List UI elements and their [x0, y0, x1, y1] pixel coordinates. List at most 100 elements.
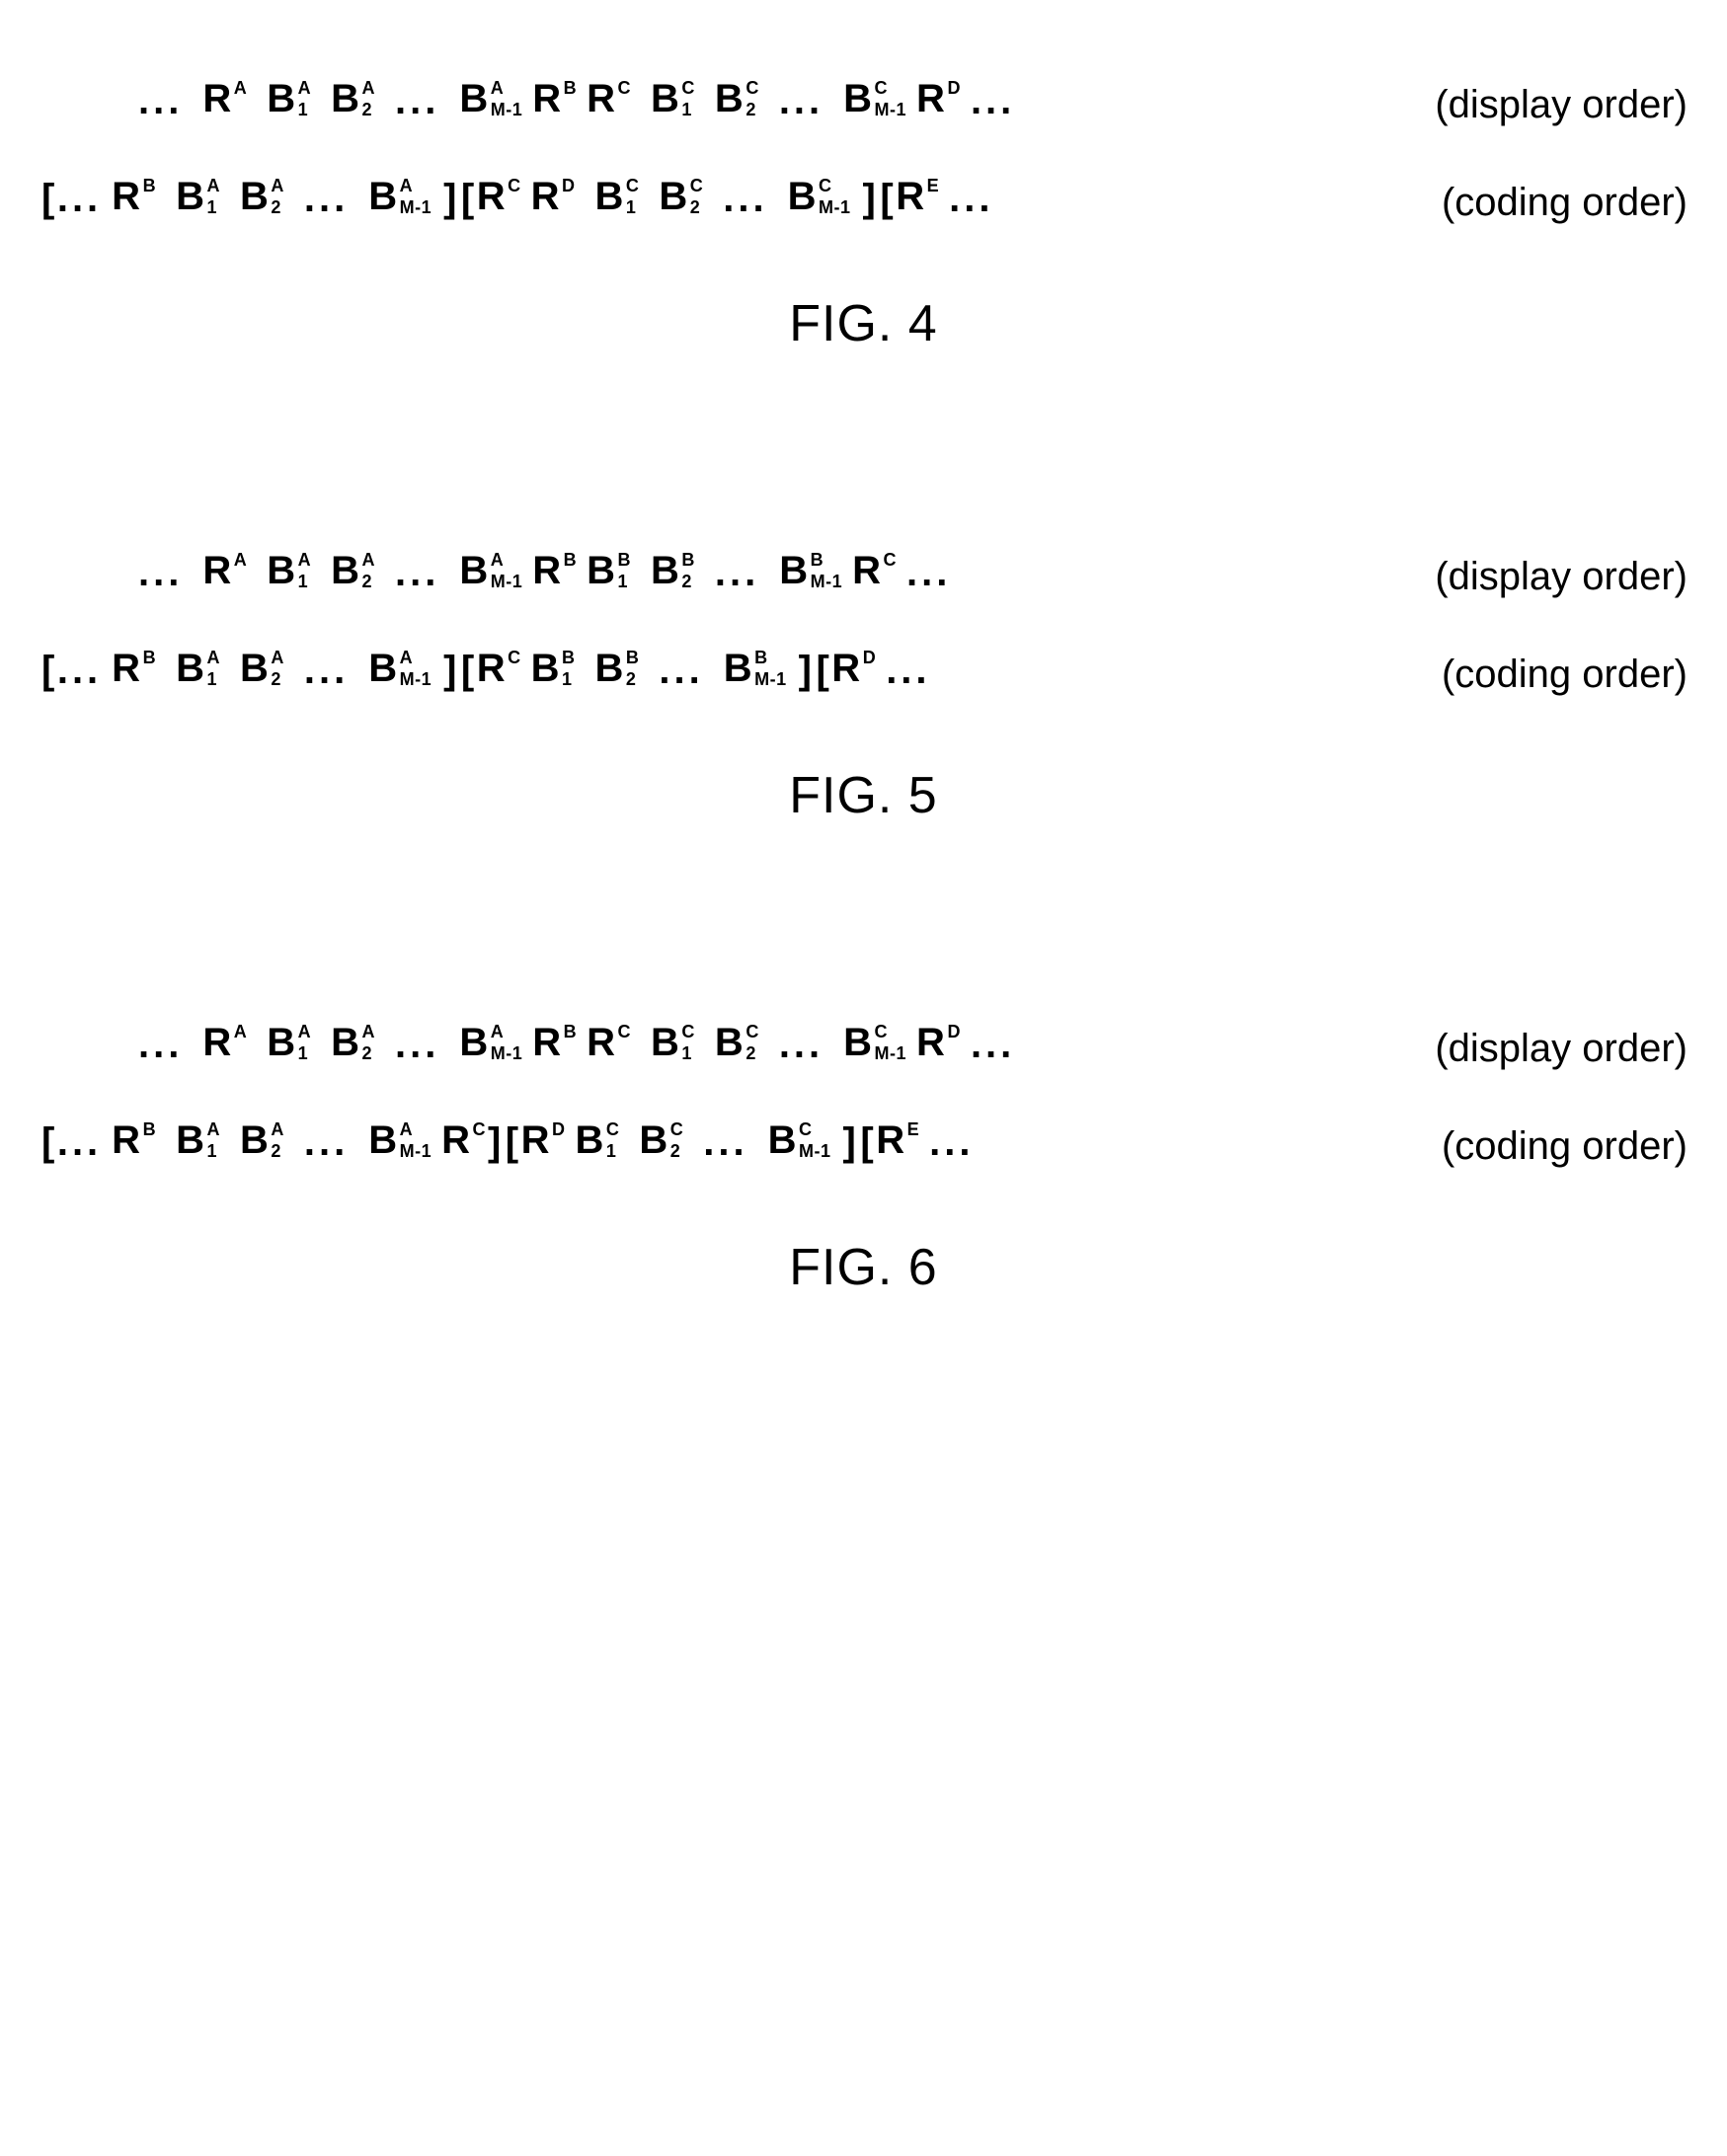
token-R-D: RD — [916, 79, 961, 118]
token-B-B-M1: BBM-1 — [724, 649, 787, 688]
ellipsis-icon: ... — [138, 79, 183, 123]
token-B-A-M1: BAM-1 — [459, 551, 522, 590]
token-B-B-2: BB2 — [595, 649, 640, 688]
ellipsis-icon: ... — [395, 551, 439, 595]
coding-order-label: (coding order) — [1412, 177, 1688, 225]
ellipsis-icon: ... — [57, 649, 102, 693]
token-B-C-M1: BCM-1 — [768, 1120, 831, 1160]
fig4-display-seq: ... RA BA1 BA2 ... BAM-1 RB RC BC1 BC2 .… — [39, 79, 1025, 123]
token-R-B: RB — [112, 649, 156, 688]
token-B-A-1: BA1 — [267, 79, 311, 118]
fig5-display-seq: ... RA BA1 BA2 ... BAM-1 RB BB1 BB2 ... … — [39, 551, 961, 595]
token-B-A-M1: BAM-1 — [368, 649, 432, 688]
token-R-D: RD — [916, 1023, 961, 1062]
ellipsis-icon: ... — [906, 551, 951, 595]
ellipsis-icon: ... — [886, 649, 930, 693]
token-B-A-2: BA2 — [240, 649, 284, 688]
coding-order-label: (coding order) — [1412, 1120, 1688, 1169]
token-B-A-1: BA1 — [176, 649, 220, 688]
bracket-open-icon: [ — [41, 1120, 55, 1165]
token-B-C-1: BC1 — [651, 1023, 695, 1062]
token-R-A: RA — [202, 551, 247, 590]
ellipsis-icon: ... — [304, 649, 349, 693]
display-order-label: (display order) — [1405, 79, 1688, 127]
ellipsis-icon: ... — [929, 1120, 974, 1165]
bracket-open-icon: [ — [880, 177, 894, 221]
token-R-B: RB — [532, 79, 577, 118]
figure-5-block: ... RA BA1 BA2 ... BAM-1 RB BB1 BB2 ... … — [39, 551, 1688, 825]
token-B-A-1: BA1 — [267, 551, 311, 590]
token-B-A-2: BA2 — [240, 177, 284, 216]
bracket-open-icon: [ — [506, 1120, 519, 1165]
ellipsis-icon: ... — [57, 1120, 102, 1165]
fig6-display-seq: ... RA BA1 BA2 ... BAM-1 RB RC BC1 BC2 .… — [39, 1023, 1025, 1067]
bracket-open-icon: [ — [41, 177, 55, 221]
fig6-coding-row: [ ... RB BA1 BA2 ... BAM-1 RC ] [ RD BC1… — [39, 1120, 1688, 1169]
token-R-C: RC — [441, 1120, 486, 1160]
token-R-B: RB — [112, 177, 156, 216]
token-R-C: RC — [587, 1023, 631, 1062]
token-B-B-1: BB1 — [531, 649, 576, 688]
figure-4-caption: FIG. 4 — [39, 294, 1688, 353]
ellipsis-icon: ... — [659, 649, 703, 693]
token-B-A-2: BA2 — [331, 79, 375, 118]
token-B-A-2: BA2 — [240, 1120, 284, 1160]
token-B-B-M1: BBM-1 — [779, 551, 842, 590]
token-R-A: RA — [202, 1023, 247, 1062]
ellipsis-icon: ... — [304, 1120, 349, 1165]
figure-6-block: ... RA BA1 BA2 ... BAM-1 RB RC BC1 BC2 .… — [39, 1023, 1688, 1297]
token-R-D: RD — [831, 649, 876, 688]
figure-4-block: ... RA BA1 BA2 ... BAM-1 RB RC BC1 BC2 .… — [39, 79, 1688, 353]
ellipsis-icon: ... — [138, 1023, 183, 1067]
ellipsis-icon: ... — [971, 79, 1015, 123]
bracket-open-icon: [ — [461, 177, 475, 221]
fig4-coding-row: [ ... RB BA1 BA2 ... BAM-1 ] [ RC RD BC1… — [39, 177, 1688, 225]
token-B-A-1: BA1 — [176, 177, 220, 216]
bracket-open-icon: [ — [461, 649, 475, 693]
ellipsis-icon: ... — [715, 551, 759, 595]
token-B-B-1: BB1 — [587, 551, 631, 590]
fig6-coding-seq: [ ... RB BA1 BA2 ... BAM-1 RC ] [ RD BC1… — [39, 1120, 983, 1165]
token-B-A-1: BA1 — [176, 1120, 220, 1160]
display-order-label: (display order) — [1405, 1023, 1688, 1071]
token-B-C-1: BC1 — [576, 1120, 620, 1160]
token-R-C: RC — [587, 79, 631, 118]
token-B-A-M1: BAM-1 — [368, 1120, 432, 1160]
ellipsis-icon: ... — [723, 177, 767, 221]
fig6-display-row: ... RA BA1 BA2 ... BAM-1 RB RC BC1 BC2 .… — [39, 1023, 1688, 1071]
ellipsis-icon: ... — [971, 1023, 1015, 1067]
token-B-C-2: BC2 — [715, 1023, 759, 1062]
token-B-C-M1: BCM-1 — [788, 177, 851, 216]
ellipsis-icon: ... — [138, 551, 183, 595]
figure-5-caption: FIG. 5 — [39, 766, 1688, 825]
token-R-D: RD — [521, 1120, 566, 1160]
display-order-label: (display order) — [1405, 551, 1688, 599]
token-B-A-1: BA1 — [267, 1023, 311, 1062]
fig5-coding-row: [ ... RB BA1 BA2 ... BAM-1 ] [ RC BB1 BB… — [39, 649, 1688, 697]
token-B-C-M1: BCM-1 — [843, 1023, 906, 1062]
token-R-A: RA — [202, 79, 247, 118]
bracket-close-icon: ] — [863, 177, 877, 221]
token-R-C: RC — [852, 551, 897, 590]
coding-order-label: (coding order) — [1412, 649, 1688, 697]
ellipsis-icon: ... — [304, 177, 349, 221]
bracket-close-icon: ] — [799, 649, 813, 693]
fig5-display-row: ... RA BA1 BA2 ... BAM-1 RB BB1 BB2 ... … — [39, 551, 1688, 599]
figure-6-caption: FIG. 6 — [39, 1238, 1688, 1297]
token-B-A-M1: BAM-1 — [368, 177, 432, 216]
token-B-A-M1: BAM-1 — [459, 1023, 522, 1062]
ellipsis-icon: ... — [949, 177, 993, 221]
token-B-C-2: BC2 — [659, 177, 703, 216]
token-R-D: RD — [531, 177, 576, 216]
token-B-A-2: BA2 — [331, 551, 375, 590]
token-R-B: RB — [532, 551, 577, 590]
bracket-close-icon: ] — [443, 649, 457, 693]
bracket-open-icon: [ — [860, 1120, 874, 1165]
token-B-C-2: BC2 — [639, 1120, 683, 1160]
token-B-B-2: BB2 — [651, 551, 695, 590]
bracket-close-icon: ] — [443, 177, 457, 221]
ellipsis-icon: ... — [703, 1120, 747, 1165]
token-B-C-1: BC1 — [595, 177, 640, 216]
fig4-coding-seq: [ ... RB BA1 BA2 ... BAM-1 ] [ RC RD BC1… — [39, 177, 1003, 221]
token-R-E: RE — [876, 1120, 919, 1160]
